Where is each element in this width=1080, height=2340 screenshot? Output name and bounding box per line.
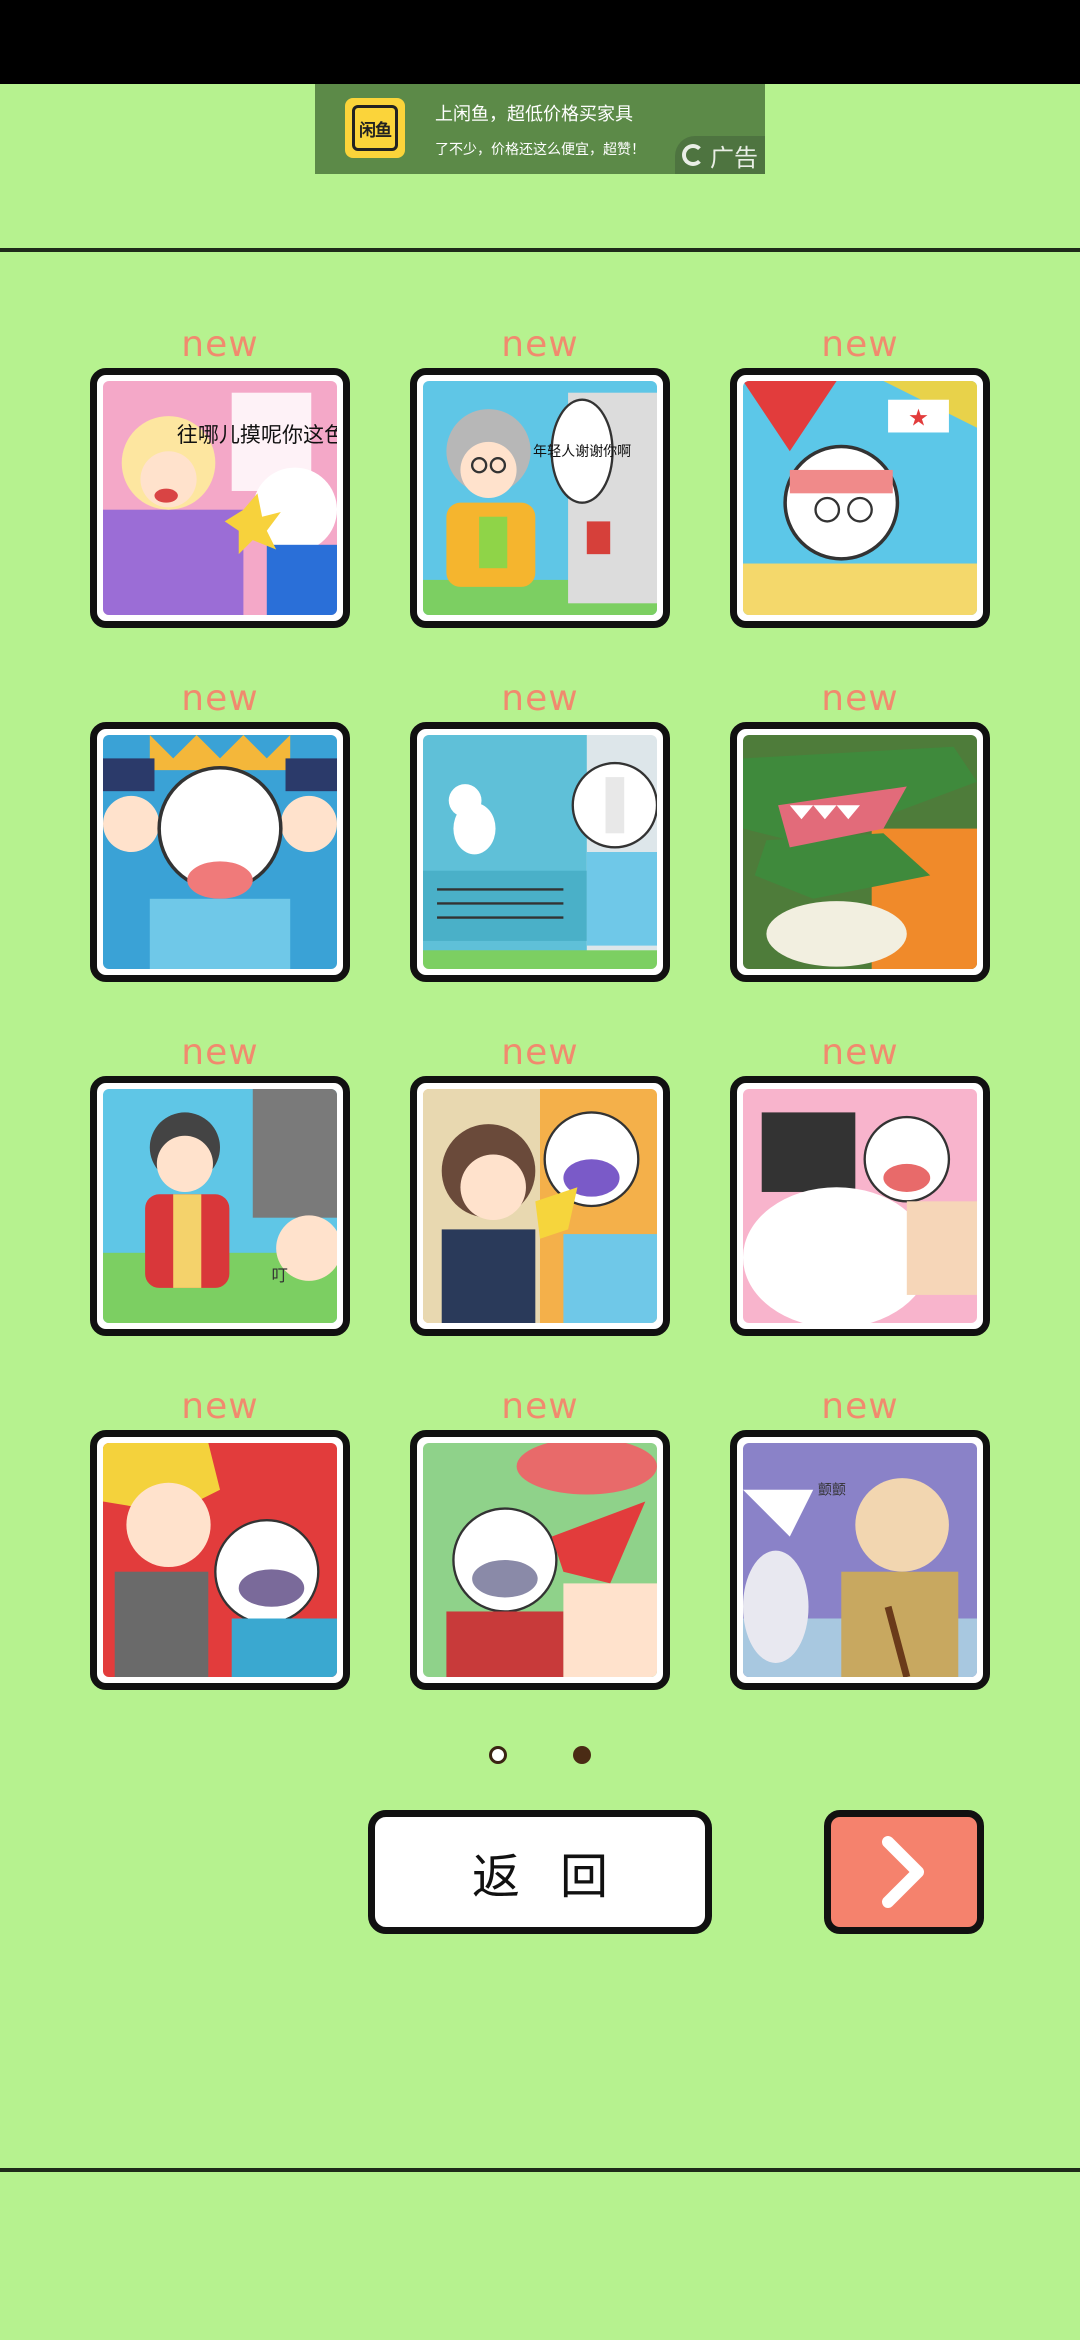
old-man-cane-illustration: 颤颤	[743, 1443, 977, 1677]
blonde-woman-slap-illustration: 往哪儿摸呢你这色狼	[103, 381, 337, 615]
level-cell: new 叮	[90, 1032, 350, 1336]
page-indicator	[0, 1742, 1080, 1772]
level-art: 颤颤	[743, 1443, 977, 1677]
level-art	[103, 735, 337, 969]
new-badge: new	[181, 678, 259, 719]
page-dot-1[interactable]	[489, 1746, 507, 1764]
new-badge: new	[501, 678, 579, 719]
cat-on-car-illustration	[423, 735, 657, 969]
crocodile-illustration	[743, 735, 977, 969]
level-cell: new 年轻人谢谢你啊	[410, 324, 670, 628]
level-cell: new 颤颤	[730, 1386, 990, 1690]
next-page-button[interactable]	[824, 1810, 984, 1934]
blonde-thug-illustration	[103, 1443, 337, 1677]
crying-hero-illustration	[423, 1443, 657, 1677]
sound-effect-text: 叮	[271, 1266, 287, 1285]
level-card-4[interactable]	[90, 722, 350, 982]
level-cell: new	[90, 1386, 350, 1690]
level-cell: new	[410, 1032, 670, 1336]
level-card-7[interactable]: 叮	[90, 1076, 350, 1336]
new-badge: new	[821, 1386, 899, 1427]
chevron-right-icon	[882, 1836, 924, 1908]
page-dot-2-active[interactable]	[573, 1746, 591, 1764]
new-badge: new	[821, 678, 899, 719]
level-art: 年轻人谢谢你啊	[423, 381, 657, 615]
hug-scene-illustration	[743, 1089, 977, 1323]
new-badge: new	[181, 324, 259, 365]
office-lady-illustration	[423, 1089, 657, 1323]
level-cell: new	[410, 1386, 670, 1690]
svg-text:★: ★	[908, 403, 929, 431]
new-badge: new	[181, 1032, 259, 1073]
level-art	[743, 735, 977, 969]
new-badge: new	[181, 1386, 259, 1427]
level-art: 叮	[103, 1089, 337, 1323]
level-art	[743, 1089, 977, 1323]
level-art	[423, 735, 657, 969]
level-card-10[interactable]	[90, 1430, 350, 1690]
bottom-divider	[0, 2168, 1080, 2172]
level-cell: new	[90, 678, 350, 982]
new-badge: new	[501, 1386, 579, 1427]
new-badge: new	[821, 324, 899, 365]
new-badge: new	[501, 1032, 579, 1073]
back-button[interactable]: 返回	[368, 1810, 712, 1934]
level-art: ★	[743, 381, 977, 615]
police-hero-illustration	[103, 735, 337, 969]
level-cell: new	[730, 1032, 990, 1336]
level-card-1[interactable]: 往哪儿摸呢你这色狼	[90, 368, 350, 628]
level-art	[423, 1089, 657, 1323]
level-card-2[interactable]: 年轻人谢谢你啊	[410, 368, 670, 628]
level-art: 往哪儿摸呢你这色狼	[103, 381, 337, 615]
level-card-5[interactable]	[410, 722, 670, 982]
speech-bubble-text: 往哪儿摸呢你这色狼	[177, 422, 337, 447]
level-grid: new 往哪儿摸呢你这色狼 new	[0, 0, 1080, 1720]
level-cell: new 往哪儿摸呢你这色狼	[90, 324, 350, 628]
level-art	[423, 1443, 657, 1677]
dizzy-hero-illustration: ★	[743, 381, 977, 615]
new-badge: new	[821, 1032, 899, 1073]
level-card-3[interactable]: ★	[730, 368, 990, 628]
kimono-girl-illustration: 叮	[103, 1089, 337, 1323]
level-card-9[interactable]	[730, 1076, 990, 1336]
level-art	[103, 1443, 337, 1677]
level-cell: new ★	[730, 324, 990, 628]
level-cell: new	[410, 678, 670, 982]
new-badge: new	[501, 324, 579, 365]
level-card-11[interactable]	[410, 1430, 670, 1690]
grandma-thanks-illustration: 年轻人谢谢你啊	[423, 381, 657, 615]
level-card-6[interactable]	[730, 722, 990, 982]
sound-effect-text: 颤颤	[818, 1482, 846, 1498]
level-card-12[interactable]: 颤颤	[730, 1430, 990, 1690]
level-card-8[interactable]	[410, 1076, 670, 1336]
level-cell: new	[730, 678, 990, 982]
speech-bubble-text: 年轻人谢谢你啊	[533, 444, 631, 460]
